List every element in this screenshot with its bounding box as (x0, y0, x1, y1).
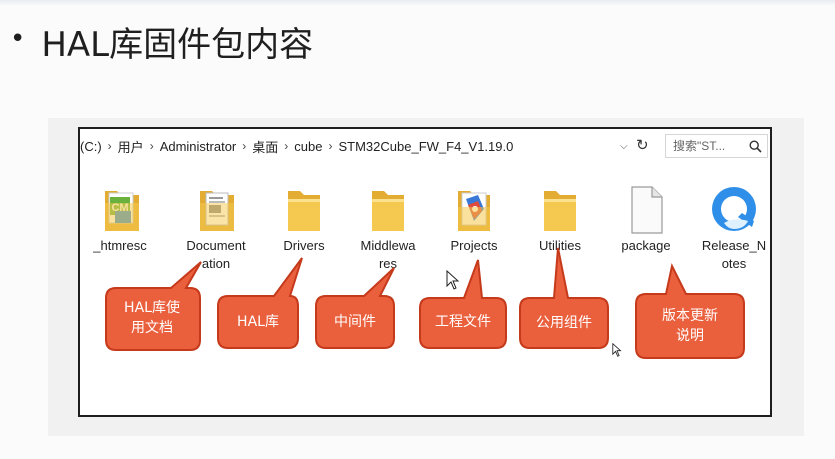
file-item-htmresc[interactable]: CM _htmresc (80, 177, 162, 255)
callout-projects: 工程文件 (435, 314, 491, 330)
search-box[interactable] (665, 134, 768, 158)
folder-icon (544, 191, 576, 231)
breadcrumb-item[interactable]: 用户 (112, 137, 150, 156)
callout-utilities: 公用组件 (536, 315, 592, 331)
html-resource-folder-icon: CM (105, 191, 139, 231)
refresh-icon[interactable]: ↻ (636, 136, 649, 154)
projects-folder-icon (458, 191, 490, 231)
folder-icon (288, 191, 320, 231)
address-row: (C:) › 用户 › Administrator › 桌面 › cube › STM32Cube_… (80, 129, 770, 163)
callout-release-notes: 版本更新 说明 (662, 308, 718, 344)
slide-top-band (0, 0, 835, 6)
callout-documentation: HAL库使 用文档 (124, 300, 180, 336)
address-dropdown-icon[interactable]: ⌵ (620, 141, 628, 152)
breadcrumb-item[interactable]: STM32Cube_FW_F4_V1.19.0 (332, 139, 519, 154)
document-folder-icon (200, 191, 234, 231)
search-input[interactable] (666, 138, 745, 154)
breadcrumb-item[interactable]: Administrator (154, 139, 243, 154)
file-icon (631, 186, 663, 234)
file-item-release-notes[interactable]: Release_N otes (692, 177, 770, 273)
file-item-drivers[interactable]: Drivers (262, 177, 346, 255)
mouse-cursor-icon (612, 343, 622, 357)
bullet-point: • (10, 24, 26, 54)
callout-middlewares: 中间件 (334, 314, 376, 330)
callout-drivers: HAL库 (237, 314, 279, 330)
slide-title-text: HAL库固件包内容 (41, 24, 314, 65)
mouse-cursor-icon (446, 270, 460, 290)
file-item-utilities[interactable]: Utilities (518, 177, 602, 255)
file-item-package[interactable]: package (604, 177, 688, 255)
breadcrumb-item[interactable]: 桌面 (246, 137, 284, 156)
file-item-projects[interactable]: Projects (432, 177, 516, 255)
search-icon[interactable] (749, 139, 762, 153)
breadcrumb-item[interactable]: (C:) (80, 139, 108, 154)
browser-icon (712, 187, 756, 231)
slide-title: • HAL库固件包内容 (10, 18, 314, 65)
breadcrumb-item[interactable]: cube (288, 139, 328, 154)
file-item-middlewares[interactable]: Middlewa res (346, 177, 430, 273)
folder-icon (372, 191, 404, 231)
address-bar[interactable]: (C:) › 用户 › Administrator › 桌面 › cube › STM32Cube_… (80, 134, 662, 158)
